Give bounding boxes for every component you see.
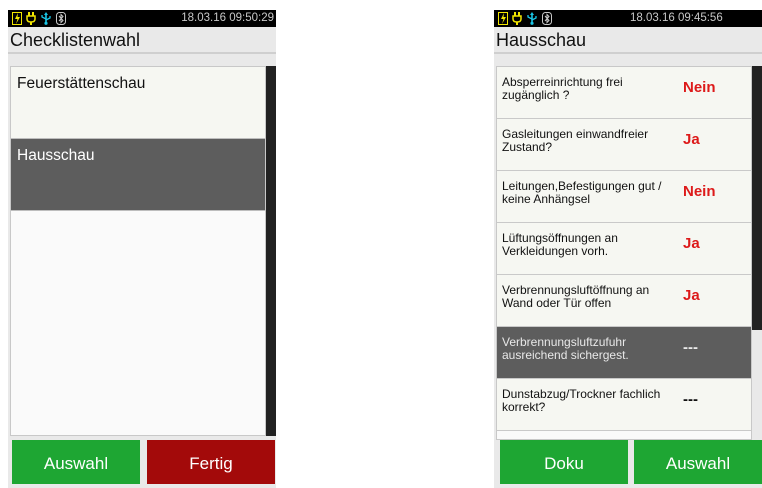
answer-value: ---: [683, 339, 698, 356]
question-text: Verbrennungsluftzufuhr ausreichend siche…: [502, 335, 629, 362]
page-title: Checklistenwahl: [8, 27, 276, 54]
scrollbar[interactable]: [752, 66, 762, 330]
status-icons: [498, 10, 552, 27]
question-row[interactable]: Verbrennungsluftöffnung an Wand oder Tür…: [497, 275, 751, 327]
checklist-selection-screen: 18.03.16 09:50:29 Checklistenwahl Feuers…: [8, 10, 276, 488]
hausschau-checklist-screen: 18.03.16 09:45:56 Hausschau Absperreinri…: [494, 10, 762, 488]
bluetooth-icon: [542, 12, 552, 25]
question-row[interactable]: Dunstabzug/Trockner fachlich korrekt? --…: [497, 379, 751, 431]
question-text: Gasleitungen einwandfreier Zustand?: [502, 127, 649, 154]
battery-charging-icon: [12, 12, 22, 25]
list-item-feuerstaettenschau[interactable]: Feuerstättenschau: [11, 67, 265, 139]
checklist-questions: Absperreinrichtung frei zugänglich ? Nei…: [496, 66, 752, 440]
list-item-hausschau[interactable]: Hausschau: [11, 139, 265, 211]
bluetooth-icon: [56, 12, 66, 25]
fertig-button[interactable]: Fertig: [147, 440, 275, 484]
question-text: Lüftungsöffnungen an Verkleidungen vorh.: [502, 231, 618, 258]
status-bar: 18.03.16 09:50:29: [8, 10, 276, 27]
question-row[interactable]: Gasleitungen einwandfreier Zustand? Ja: [497, 119, 751, 171]
question-row[interactable]: Leitungen,Befestigungen gut / keine Anhä…: [497, 171, 751, 223]
question-row-selected[interactable]: Verbrennungsluftzufuhr ausreichend siche…: [497, 327, 751, 379]
answer-value: ---: [683, 391, 698, 408]
power-plug-icon: [26, 12, 36, 25]
question-text: Absperreinrichtung frei zugänglich ?: [502, 75, 623, 102]
usb-icon: [40, 12, 52, 25]
doku-button[interactable]: Doku: [500, 440, 628, 484]
page-title: Hausschau: [494, 27, 762, 54]
checklist-list: Feuerstättenschau Hausschau: [10, 66, 266, 436]
question-text: Leitungen,Befestigungen gut / keine Anhä…: [502, 179, 662, 206]
status-datetime: 18.03.16 09:50:29: [181, 12, 274, 24]
answer-value: Ja: [683, 287, 700, 304]
status-bar: 18.03.16 09:45:56: [494, 10, 762, 27]
status-datetime: 18.03.16 09:45:56: [630, 12, 723, 24]
answer-value: Ja: [683, 131, 700, 148]
question-row[interactable]: Lüftungsöffnungen an Verkleidungen vorh.…: [497, 223, 751, 275]
auswahl-button[interactable]: Auswahl: [634, 440, 762, 484]
power-plug-icon: [512, 12, 522, 25]
answer-value: Nein: [683, 183, 716, 200]
question-text: Dunstabzug/Trockner fachlich korrekt?: [502, 387, 661, 414]
answer-value: Ja: [683, 235, 700, 252]
scrollbar[interactable]: [266, 66, 276, 436]
status-icons: [12, 10, 66, 27]
auswahl-button[interactable]: Auswahl: [12, 440, 140, 484]
question-row[interactable]: Absperreinrichtung frei zugänglich ? Nei…: [497, 67, 751, 119]
battery-charging-icon: [498, 12, 508, 25]
usb-icon: [526, 12, 538, 25]
answer-value: Nein: [683, 79, 716, 96]
question-text: Verbrennungsluftöffnung an Wand oder Tür…: [502, 283, 650, 310]
